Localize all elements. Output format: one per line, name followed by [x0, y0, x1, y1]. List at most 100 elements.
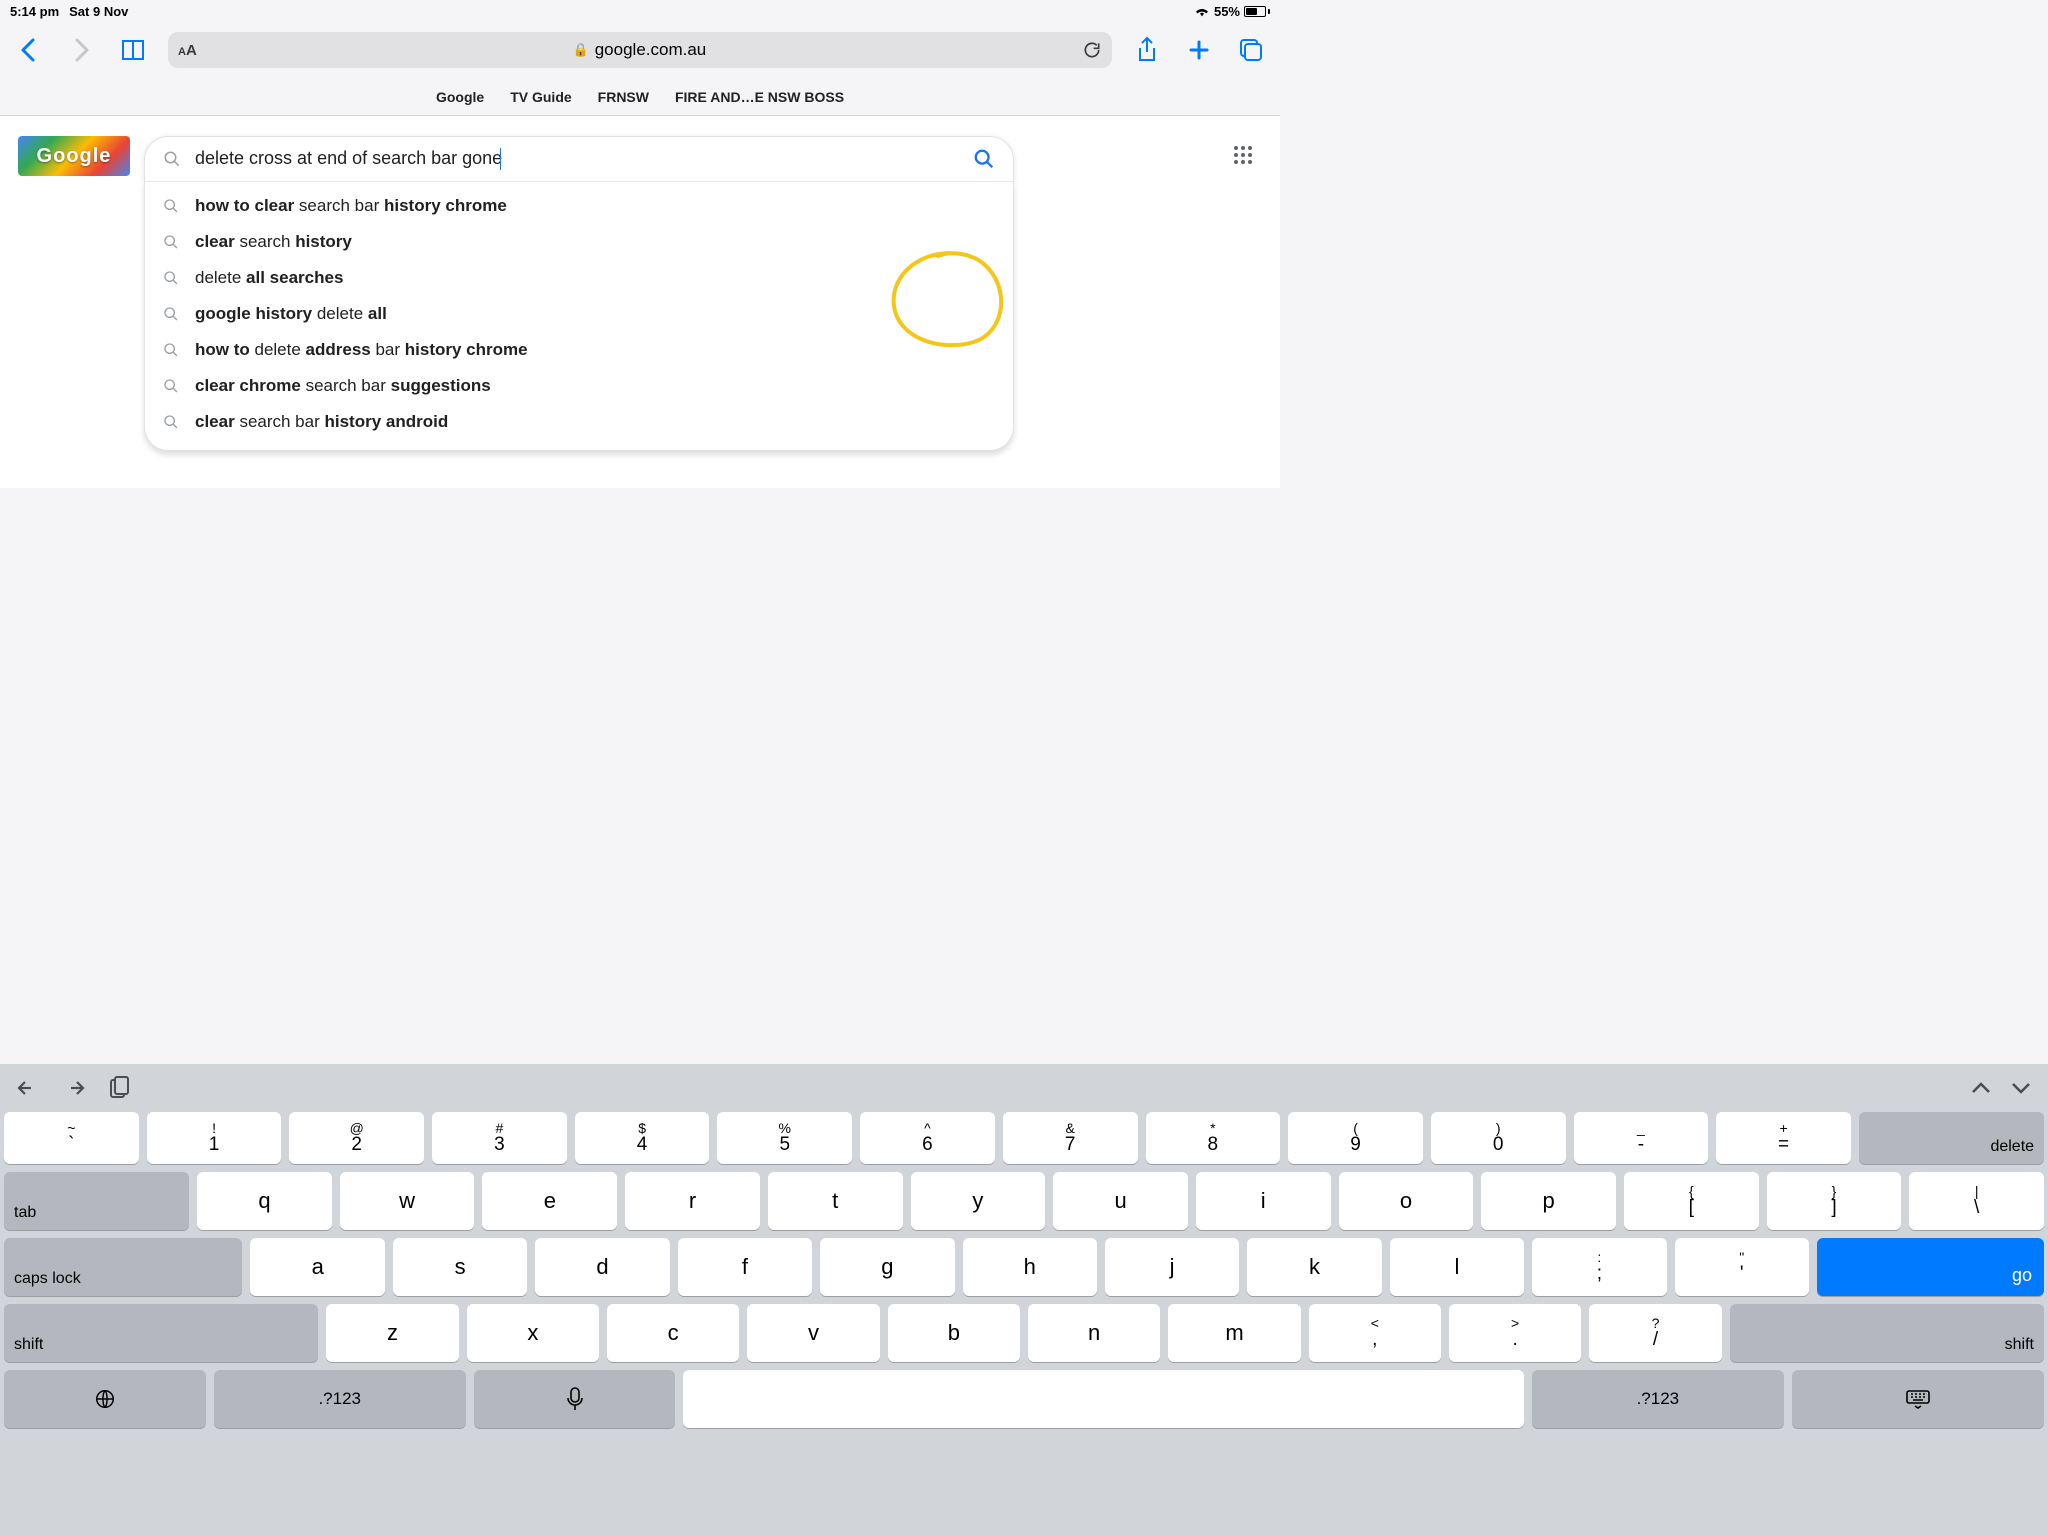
- bookmarks-button[interactable]: [116, 33, 150, 67]
- key-9[interactable]: (9: [1288, 1112, 1423, 1164]
- key-g[interactable]: g: [820, 1238, 954, 1296]
- favorite-link[interactable]: TV Guide: [510, 89, 571, 105]
- battery-icon: [1244, 6, 1270, 17]
- key-r[interactable]: r: [625, 1172, 760, 1230]
- key-h[interactable]: h: [963, 1238, 1097, 1296]
- key-2[interactable]: @2: [289, 1112, 424, 1164]
- key-s[interactable]: s: [393, 1238, 527, 1296]
- key-1[interactable]: !1: [147, 1112, 282, 1164]
- google-search-box[interactable]: delete cross at end of search bar gone: [144, 136, 1014, 182]
- shift-key[interactable]: shift: [4, 1304, 318, 1362]
- key-x[interactable]: x: [467, 1304, 599, 1362]
- tab-key[interactable]: tab: [4, 1172, 189, 1230]
- lock-icon: 🔒: [573, 42, 589, 58]
- key-sym[interactable]: ?/: [1589, 1304, 1721, 1362]
- space-key[interactable]: [683, 1370, 1523, 1428]
- key-c[interactable]: c: [607, 1304, 739, 1362]
- key-sym[interactable]: "': [1675, 1238, 1809, 1296]
- url-bar[interactable]: AA 🔒 google.com.au: [168, 32, 1112, 68]
- key-m[interactable]: m: [1168, 1304, 1300, 1362]
- globe-key[interactable]: [4, 1370, 206, 1428]
- key-i[interactable]: i: [1196, 1172, 1331, 1230]
- key-z[interactable]: z: [326, 1304, 458, 1362]
- battery-percent: 55%: [1214, 4, 1240, 19]
- key-8[interactable]: *8: [1146, 1112, 1281, 1164]
- suggestion-item[interactable]: clear chrome search bar suggestions: [145, 368, 1013, 404]
- key-=[interactable]: +=: [1716, 1112, 1851, 1164]
- key-t[interactable]: t: [768, 1172, 903, 1230]
- suggestion-item[interactable]: clear search history: [145, 224, 1013, 260]
- key-l[interactable]: l: [1390, 1238, 1524, 1296]
- numswitch-key[interactable]: .?123: [1532, 1370, 1784, 1428]
- keyboard-down-button[interactable]: [2010, 1081, 2032, 1095]
- tabs-button[interactable]: [1234, 33, 1268, 67]
- safari-toolbar: AA 🔒 google.com.au: [0, 22, 1280, 78]
- shift-key[interactable]: shift: [1730, 1304, 2044, 1362]
- key-w[interactable]: w: [340, 1172, 475, 1230]
- favorites-bar: Google TV Guide FRNSW FIRE AND…E NSW BOS…: [0, 78, 1280, 116]
- paste-button[interactable]: [108, 1076, 130, 1100]
- key-3[interactable]: #3: [432, 1112, 567, 1164]
- reload-button[interactable]: [1082, 40, 1102, 60]
- search-submit-icon[interactable]: [973, 148, 995, 170]
- redo-button[interactable]: [62, 1078, 86, 1098]
- suggestion-item[interactable]: clear search bar history android: [145, 404, 1013, 440]
- key-o[interactable]: o: [1339, 1172, 1474, 1230]
- capslock-key[interactable]: caps lock: [4, 1238, 242, 1296]
- suggestion-item[interactable]: how to delete address bar history chrome: [145, 332, 1013, 368]
- key-b[interactable]: b: [888, 1304, 1020, 1362]
- key--[interactable]: _-: [1574, 1112, 1709, 1164]
- suggestion-item[interactable]: google history delete all: [145, 296, 1013, 332]
- page-content: Google delete cross at end of search bar…: [0, 116, 1280, 488]
- hide-keyboard-key[interactable]: [1792, 1370, 2044, 1428]
- key-d[interactable]: d: [535, 1238, 669, 1296]
- favorite-link[interactable]: FRNSW: [598, 89, 649, 105]
- key-e[interactable]: e: [482, 1172, 617, 1230]
- key-q[interactable]: q: [197, 1172, 332, 1230]
- key-sym[interactable]: |\: [1909, 1172, 2044, 1230]
- google-logo[interactable]: Google: [18, 136, 130, 176]
- key-5[interactable]: %5: [717, 1112, 852, 1164]
- share-button[interactable]: [1130, 33, 1164, 67]
- key-f[interactable]: f: [678, 1238, 812, 1296]
- key-n[interactable]: n: [1028, 1304, 1160, 1362]
- numswitch-key[interactable]: .?123: [214, 1370, 466, 1428]
- key-j[interactable]: j: [1105, 1238, 1239, 1296]
- key-sym[interactable]: :;: [1532, 1238, 1666, 1296]
- key-4[interactable]: $4: [575, 1112, 710, 1164]
- key-u[interactable]: u: [1053, 1172, 1188, 1230]
- delete-key[interactable]: delete: [1859, 1112, 2044, 1164]
- key-sym[interactable]: {[: [1624, 1172, 1759, 1230]
- google-apps-icon[interactable]: [1234, 146, 1254, 166]
- back-button[interactable]: [12, 33, 46, 67]
- onscreen-keyboard: ~`!1@2#3$4%5^6&7*8(9)0_-+=deletetabqwert…: [0, 1064, 2048, 1536]
- suggestions-dropdown: how to clear search bar history chromecl…: [144, 182, 1014, 451]
- key-sym[interactable]: }]: [1767, 1172, 1902, 1230]
- search-input[interactable]: delete cross at end of search bar gone: [195, 148, 959, 170]
- mic-key[interactable]: [474, 1370, 676, 1428]
- status-time: 5:14 pm: [10, 4, 59, 19]
- favorite-link[interactable]: Google: [436, 89, 484, 105]
- key-y[interactable]: y: [911, 1172, 1046, 1230]
- key-sym[interactable]: <,: [1309, 1304, 1441, 1362]
- key-7[interactable]: &7: [1003, 1112, 1138, 1164]
- go-key[interactable]: go: [1817, 1238, 2044, 1296]
- favorite-link[interactable]: FIRE AND…E NSW BOSS: [675, 89, 844, 105]
- key-p[interactable]: p: [1481, 1172, 1616, 1230]
- status-date: Sat 9 Nov: [69, 4, 128, 19]
- key-6[interactable]: ^6: [860, 1112, 995, 1164]
- key-a[interactable]: a: [250, 1238, 384, 1296]
- new-tab-button[interactable]: [1182, 33, 1216, 67]
- suggestion-item[interactable]: delete all searches: [145, 260, 1013, 296]
- reader-aa-button[interactable]: AA: [178, 42, 197, 59]
- key-`[interactable]: ~`: [4, 1112, 139, 1164]
- keyboard-up-button[interactable]: [1970, 1081, 1992, 1095]
- key-0[interactable]: )0: [1431, 1112, 1566, 1164]
- suggestion-item[interactable]: how to clear search bar history chrome: [145, 188, 1013, 224]
- key-sym[interactable]: >.: [1449, 1304, 1581, 1362]
- key-k[interactable]: k: [1247, 1238, 1381, 1296]
- forward-button[interactable]: [64, 33, 98, 67]
- key-v[interactable]: v: [747, 1304, 879, 1362]
- undo-button[interactable]: [16, 1078, 40, 1098]
- url-domain: google.com.au: [595, 40, 707, 60]
